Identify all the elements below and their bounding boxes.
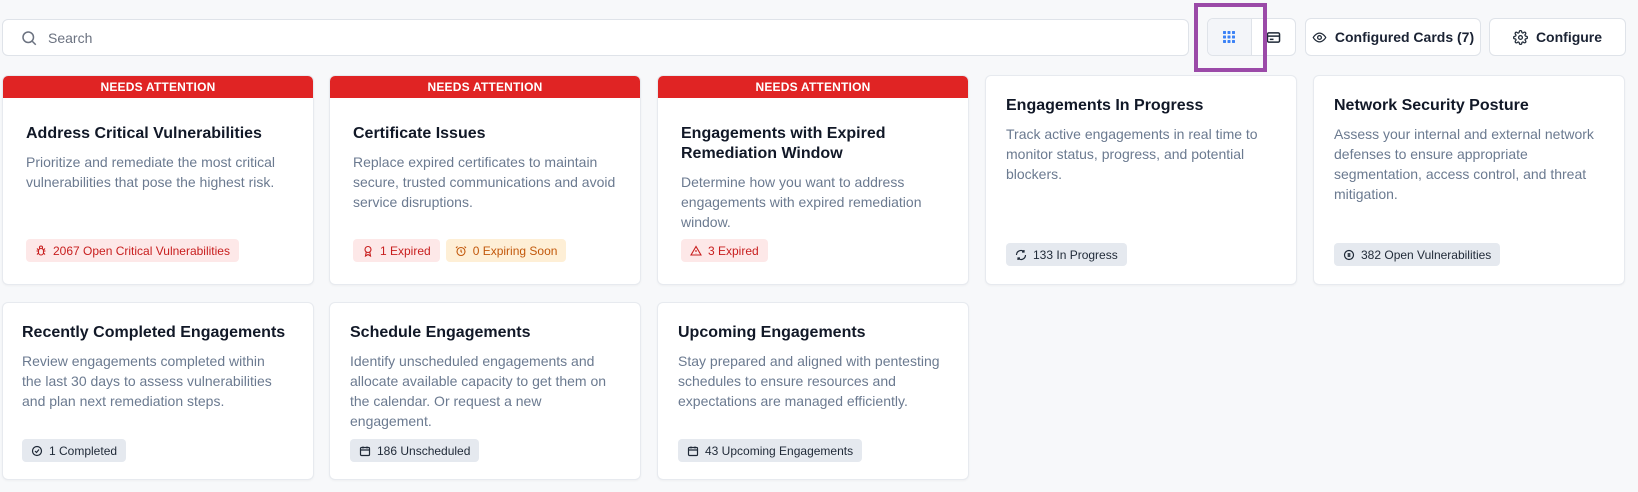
- warning-triangle-icon: [690, 244, 702, 256]
- status-badge: 43 Upcoming Engagements: [678, 439, 863, 462]
- status-badge: 133 In Progress: [1006, 243, 1127, 266]
- badge-text: 1 Expired: [380, 243, 431, 258]
- card-engagements-expired-remediation[interactable]: NEEDS ATTENTION Engagements with Expired…: [657, 75, 969, 285]
- eye-icon: [1312, 31, 1327, 43]
- card-description: Prioritize and remediate the most critic…: [26, 154, 275, 190]
- view-toggle: [1207, 18, 1296, 56]
- certificate-icon: [364, 245, 372, 257]
- badge-text: 3 Expired: [708, 243, 759, 258]
- badge-text: 1 Completed: [49, 443, 118, 458]
- card-schedule-engagements[interactable]: Schedule Engagements Identify unschedule…: [329, 302, 641, 480]
- card-title: Upcoming Engagements: [678, 324, 866, 341]
- badge-text: 186 Unscheduled: [377, 443, 471, 458]
- needs-attention-banner: NEEDS ATTENTION: [3, 76, 313, 98]
- card-title: Recently Completed Engagements: [22, 324, 286, 341]
- card-title: Network Security Posture: [1334, 97, 1529, 114]
- alarm-clock-icon: [455, 245, 467, 256]
- configure-label: Configure: [1535, 29, 1603, 45]
- card-description: Review engagements completed within the …: [22, 353, 272, 409]
- card-title: Schedule Engagements: [350, 324, 531, 341]
- card-description: Assess your internal and external networ…: [1334, 126, 1594, 202]
- status-badge: 0 Expiring Soon: [445, 239, 567, 262]
- card-title: Engagements with Expired Remediation Win…: [681, 125, 886, 162]
- card-recently-completed-engagements[interactable]: Recently Completed Engagements Review en…: [2, 302, 314, 480]
- check-circle-icon: [31, 445, 43, 456]
- search-bar: [2, 19, 1189, 56]
- needs-attention-banner: NEEDS ATTENTION: [330, 76, 640, 98]
- status-badge: 3 Expired: [681, 239, 768, 262]
- configure-button[interactable]: Configure: [1489, 18, 1626, 56]
- badge-text: 0 Expiring Soon: [472, 243, 558, 258]
- card-engagements-in-progress[interactable]: Engagements In Progress Track active eng…: [985, 75, 1297, 285]
- card-upcoming-engagements[interactable]: Upcoming Engagements Stay prepared and a…: [657, 302, 969, 480]
- needs-attention-banner: NEEDS ATTENTION: [658, 76, 968, 98]
- card-title: Certificate Issues: [353, 125, 486, 142]
- configured-cards-button[interactable]: Configured Cards (7): [1305, 18, 1481, 56]
- search-input[interactable]: [48, 29, 1148, 46]
- status-badge: 186 Unscheduled: [350, 439, 480, 462]
- card-certificate-issues[interactable]: NEEDS ATTENTION Certificate Issues Repla…: [329, 75, 641, 285]
- card-view-button[interactable]: [1252, 19, 1296, 55]
- card-title: Engagements In Progress: [1006, 97, 1204, 114]
- status-badge: 382 Open Vulnerabilities: [1334, 243, 1501, 266]
- status-badge: 1 Expired: [353, 239, 440, 262]
- badge-text: 382 Open Vulnerabilities: [1361, 247, 1492, 262]
- grid-icon: [1223, 31, 1236, 43]
- gear-icon: [1512, 29, 1528, 45]
- badge-text: 133 In Progress: [1033, 247, 1118, 262]
- card-description: Identify unscheduled engagements and all…: [350, 353, 607, 429]
- card-network-security-posture[interactable]: Network Security Posture Assess your int…: [1313, 75, 1625, 285]
- status-badge: 2067 Open Critical Vulnerabilities: [26, 239, 239, 262]
- bug-icon: [36, 245, 46, 256]
- card-icon: [1266, 31, 1281, 43]
- card-description: Determine how you want to address engage…: [681, 174, 922, 230]
- search-icon: [22, 30, 37, 45]
- calendar-icon: [687, 446, 699, 456]
- calendar-icon: [359, 446, 371, 456]
- bug-circle-icon: [1343, 249, 1355, 260]
- refresh-icon: [1015, 249, 1027, 260]
- card-description: Track active engagements in real time to…: [1006, 126, 1258, 182]
- configured-cards-label: Configured Cards (7): [1334, 29, 1475, 45]
- card-description: Stay prepared and aligned with pentestin…: [678, 353, 940, 409]
- grid-view-button[interactable]: [1208, 19, 1252, 55]
- badge-text: 43 Upcoming Engagements: [705, 443, 854, 458]
- badge-text: 2067 Open Critical Vulnerabilities: [53, 243, 230, 258]
- status-badge: 1 Completed: [22, 439, 127, 462]
- card-address-critical-vulnerabilities[interactable]: NEEDS ATTENTION Address Critical Vulnera…: [2, 75, 314, 285]
- card-title: Address Critical Vulnerabilities: [26, 125, 262, 142]
- card-description: Replace expired certificates to maintain…: [353, 154, 616, 210]
